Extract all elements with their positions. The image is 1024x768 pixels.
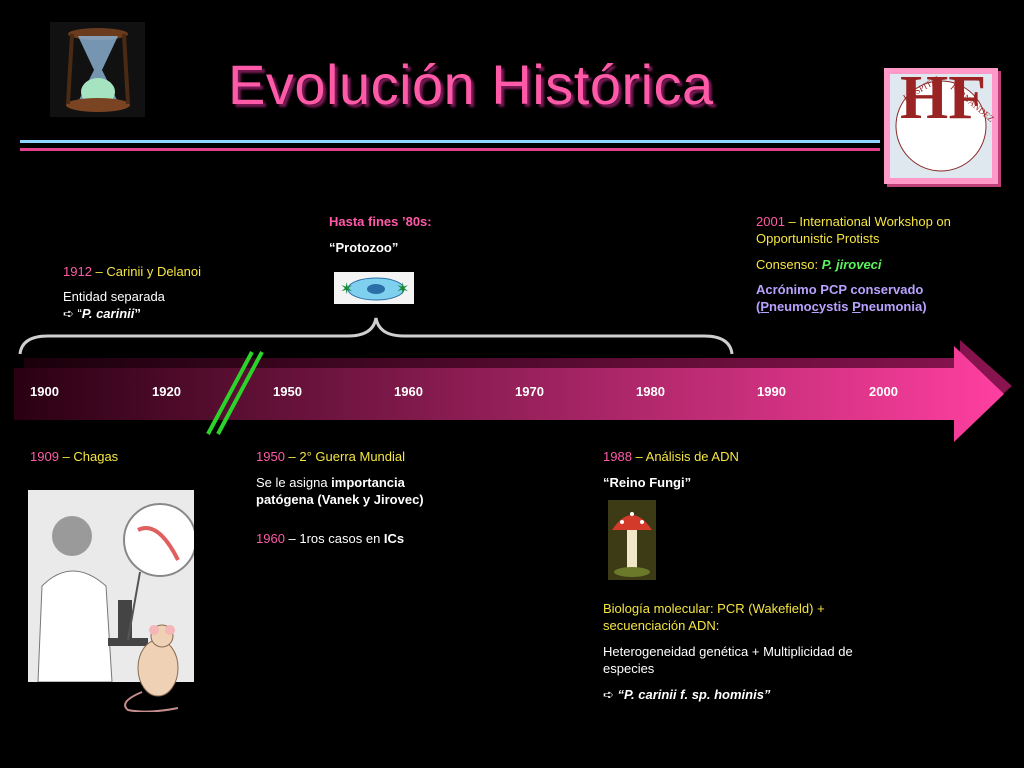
title-rule-blue <box>20 140 880 143</box>
note-2001: 2001 – International Workshop on Opportu… <box>756 214 951 314</box>
year-label: 1960 <box>394 384 423 399</box>
mushroom-illustration <box>608 500 656 580</box>
note-1950: 1950 – 2° Guerra Mundial Se le asigna im… <box>256 449 424 546</box>
protozoa-illustration: ✶ ✶ <box>334 272 414 304</box>
hourglass-icon <box>50 22 145 117</box>
note-protozoo: Hasta fines ’80s: “Protozoo” <box>329 214 432 255</box>
svg-text:✶: ✶ <box>340 279 353 298</box>
year-label: 1970 <box>515 384 544 399</box>
svg-text:✶: ✶ <box>396 279 409 298</box>
rat-illustration <box>118 622 188 713</box>
year-label: 2000 <box>869 384 898 399</box>
note-1988: 1988 – Análisis de ADN “Reino Fungi” <box>603 449 739 490</box>
year-label: 1990 <box>757 384 786 399</box>
year-label: 1950 <box>273 384 302 399</box>
title-rule-pink <box>20 148 880 151</box>
page-title: Evolución Histórica <box>228 53 714 116</box>
note-1909: 1909 – Chagas <box>30 449 119 464</box>
note-1912: 1912 – Carinii y Delanoi Entidad separad… <box>63 264 202 321</box>
timeline-years: 1900 1920 1950 1960 1970 1980 1990 2000 <box>0 384 1024 402</box>
hospital-logo: HF HOSPITAL FERNANDEZ <box>884 64 998 184</box>
year-label: 1920 <box>152 384 181 399</box>
year-label: 1980 <box>636 384 665 399</box>
note-molecular: Biología molecular: PCR (Wakefield) + se… <box>603 601 853 702</box>
year-label: 1900 <box>30 384 59 399</box>
